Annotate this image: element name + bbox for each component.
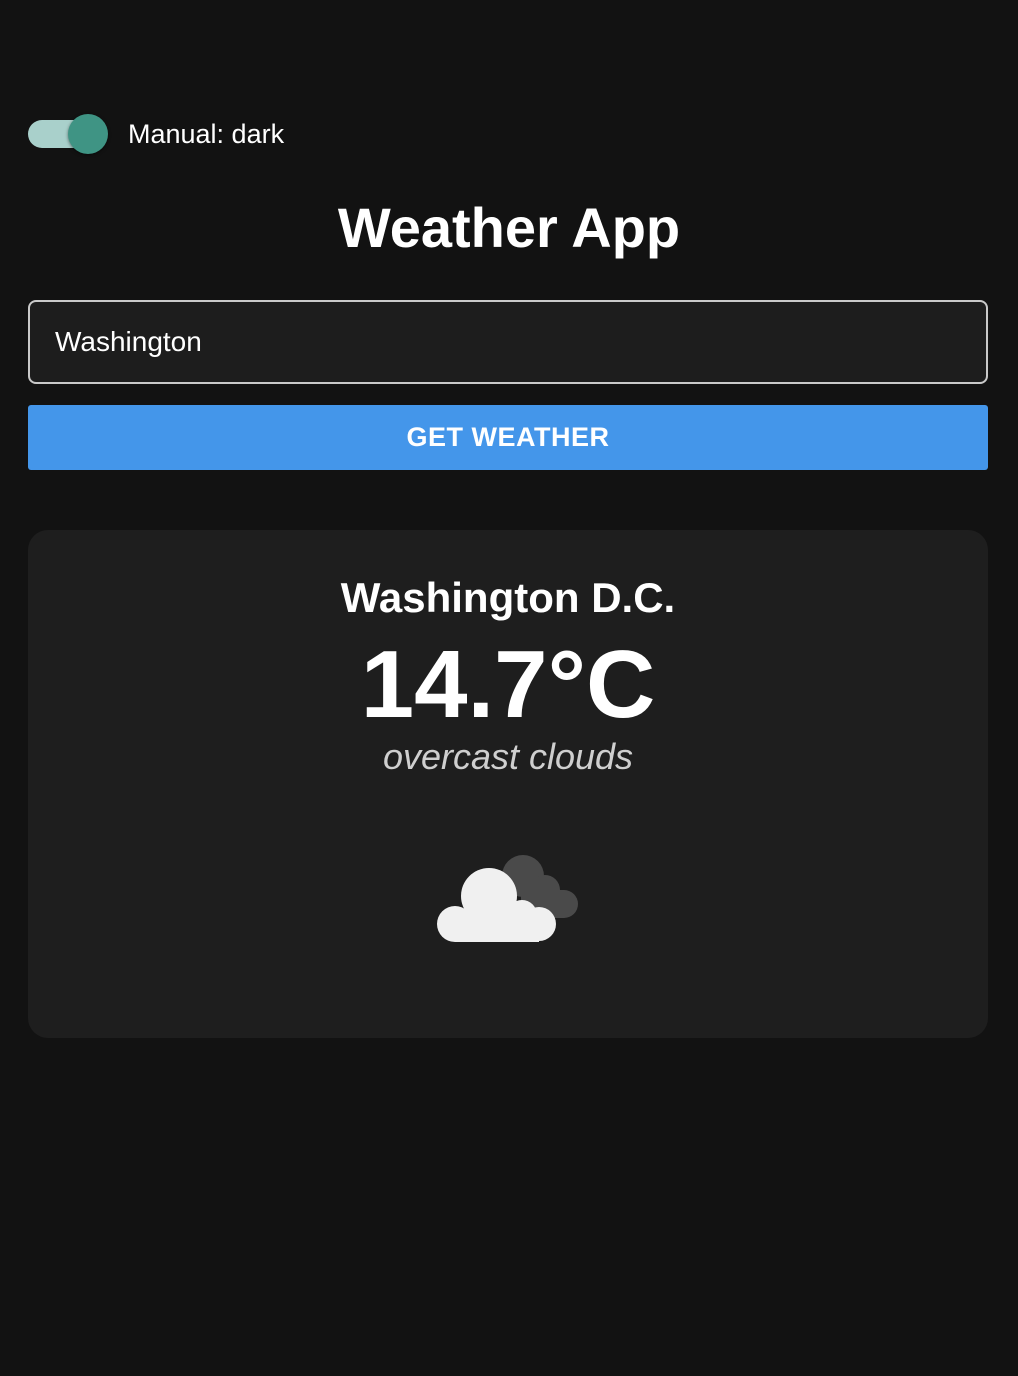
- weather-description: overcast clouds: [382, 736, 634, 777]
- overcast-clouds-icon: [437, 855, 578, 942]
- theme-toggle-switch[interactable]: [28, 114, 108, 154]
- weather-card: Washington D.C. 14.7°C overcast clouds: [28, 530, 988, 1038]
- get-weather-button[interactable]: GET WEATHER: [28, 405, 988, 470]
- toggle-thumb: [68, 114, 108, 154]
- theme-toggle-row: Manual: dark: [28, 114, 284, 154]
- city-name: Washington D.C.: [340, 574, 676, 621]
- city-search-input[interactable]: [28, 300, 988, 384]
- page-title: Weather App: [337, 196, 681, 259]
- theme-toggle-label: Manual: dark: [128, 118, 285, 149]
- temperature-value: 14.7°C: [360, 631, 656, 738]
